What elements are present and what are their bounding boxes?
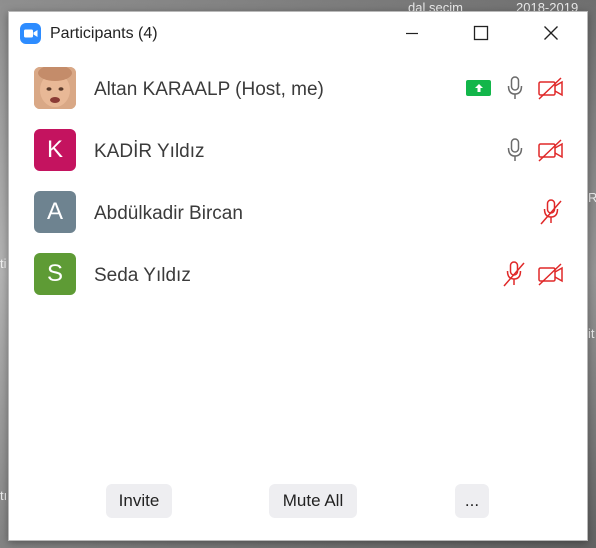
- desktop-text-fragment: ti: [0, 256, 7, 271]
- participant-name: Altan KARAALP (Host, me): [94, 79, 324, 100]
- participant-name: Seda Yıldız: [94, 265, 191, 286]
- window-title: Participants (4): [50, 25, 158, 42]
- zoom-camera-icon: [20, 23, 41, 44]
- participant-row[interactable]: K KADİR Yıldız: [9, 120, 587, 182]
- mute-all-button[interactable]: Mute All: [269, 484, 357, 518]
- video-off-icon[interactable]: [537, 261, 565, 287]
- participant-row[interactable]: Altan KARAALP (Host, me): [9, 58, 587, 120]
- participant-name: Abdülkadir Bircan: [94, 203, 243, 224]
- title-bar[interactable]: Participants (4): [9, 12, 587, 54]
- participant-list: Altan KARAALP (Host, me) K KADİR Yıldız …: [9, 58, 587, 306]
- microphone-icon[interactable]: [501, 75, 529, 101]
- more-options-button[interactable]: ...: [455, 484, 489, 518]
- video-off-icon[interactable]: [537, 75, 565, 101]
- microphone-icon[interactable]: [501, 137, 529, 163]
- avatar: K: [34, 129, 76, 171]
- avatar: A: [34, 191, 76, 233]
- close-icon: [544, 26, 558, 40]
- microphone-muted-icon[interactable]: [500, 261, 528, 287]
- participants-window: Participants (4) Altan KARAALP (Host, me…: [8, 11, 588, 541]
- participant-name: KADİR Yıldız: [94, 141, 205, 162]
- desktop-text-fragment: tı: [0, 488, 8, 503]
- participant-row[interactable]: A Abdülkadir Bircan: [9, 182, 587, 244]
- minimize-icon: [406, 32, 418, 35]
- avatar-letter: K: [46, 136, 63, 163]
- avatar-letter: A: [46, 198, 63, 225]
- participant-row[interactable]: S Seda Yıldız: [9, 244, 587, 306]
- avatar: S: [34, 253, 76, 295]
- avatar-photo-icon: [34, 67, 76, 109]
- desktop-text-fragment: R: [588, 190, 596, 205]
- maximize-icon: [473, 25, 489, 41]
- maximize-button[interactable]: [458, 12, 504, 54]
- video-off-icon[interactable]: [537, 137, 565, 163]
- minimize-button[interactable]: [389, 12, 435, 54]
- avatar: [34, 67, 76, 109]
- avatar-letter: S: [46, 260, 63, 287]
- microphone-muted-icon[interactable]: [537, 199, 565, 225]
- close-button[interactable]: [528, 12, 574, 54]
- share-screen-icon: [466, 80, 491, 96]
- invite-button[interactable]: Invite: [106, 484, 172, 518]
- desktop-text-fragment: it: [588, 326, 595, 341]
